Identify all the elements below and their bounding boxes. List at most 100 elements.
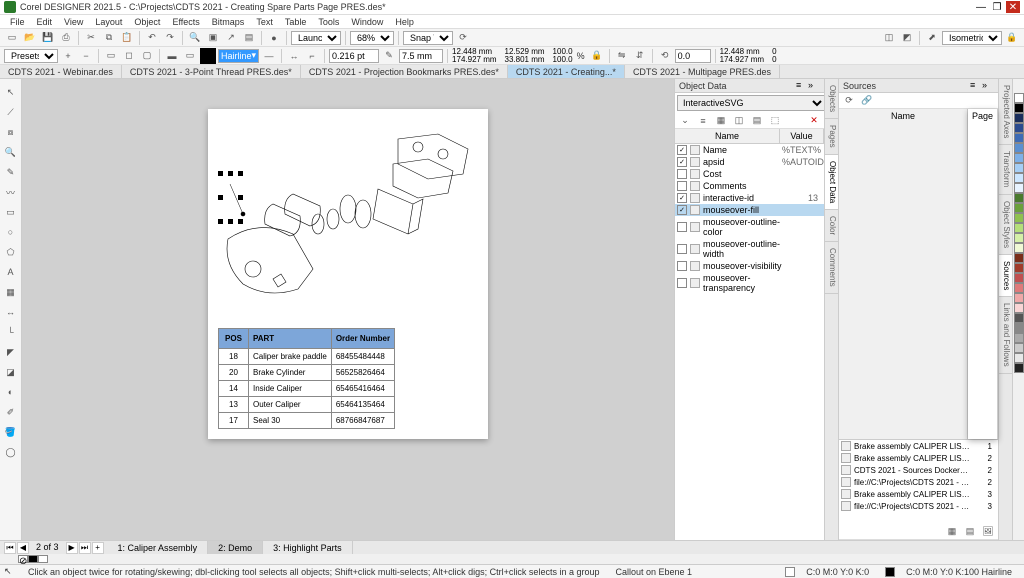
drop-shadow-icon[interactable]: ◪ [2,363,20,381]
checkbox-icon[interactable] [677,145,687,155]
undo-icon[interactable]: ↶ [144,30,160,46]
panel-expand-icon[interactable]: » [808,80,820,92]
object-data-row[interactable]: mouseover-transparency [675,272,824,294]
publish-icon[interactable]: ▤ [241,30,257,46]
swatch[interactable] [1014,333,1024,343]
object-data-row[interactable]: apsid%AUTOID% [675,156,824,168]
print-icon[interactable]: ⎙ [58,30,74,46]
source-row[interactable]: Brake assembly CALIPER LIST.xls1 [839,440,998,452]
docker-tab-pages[interactable]: Pages [825,119,838,155]
source-row[interactable]: file://C:\Projects\CDTS 2021 - Crea...3 [839,500,998,512]
page-tab[interactable]: 2: Demo [208,541,263,554]
menu-tools[interactable]: Tools [312,17,345,27]
swatch[interactable] [1014,203,1024,213]
od-btn1-icon[interactable]: ⌄ [677,113,693,129]
flip-h-icon[interactable]: ⇋ [614,48,630,64]
new-icon[interactable]: ▭ [4,30,20,46]
object-data-row[interactable]: mouseover-visibility [675,260,824,272]
snap-combo[interactable]: Snap To [403,31,453,45]
docker-tab-objects[interactable]: Objects [825,79,838,119]
fill-swatch-icon[interactable] [785,567,795,577]
src-sheet-icon[interactable]: ▤ [962,524,978,540]
menu-text[interactable]: Text [250,17,279,27]
swatch[interactable] [1014,193,1024,203]
od-btn2-icon[interactable]: ≡ [695,113,711,129]
dimension-tool-icon[interactable]: ↔ [2,303,20,321]
rotation-input[interactable] [675,49,711,63]
rotate-icon[interactable]: ⟲ [657,48,673,64]
first-page-icon[interactable]: ⏮ [4,542,16,554]
swatch[interactable] [1014,153,1024,163]
launch-combo[interactable]: Launch [291,31,341,45]
shape-tool-icon[interactable]: ⟋ [2,103,20,121]
docker-tab-comments[interactable]: Comments [825,242,838,294]
line-style-icon[interactable]: — [261,48,277,64]
add-preset-icon[interactable]: + [60,48,76,64]
checkbox-icon[interactable] [677,157,687,167]
swatch[interactable] [1014,183,1024,193]
freehand-tool-icon[interactable]: ✎ [2,163,20,181]
redo-icon[interactable]: ↷ [162,30,178,46]
search-icon[interactable]: 🔍 [187,30,203,46]
eyedropper-icon[interactable]: ✐ [2,403,20,421]
zoom-tool-icon[interactable]: 🔍 [2,143,20,161]
t2-icon[interactable]: ◻ [121,48,137,64]
object-data-type-combo[interactable]: InteractiveSVG [677,95,826,111]
object-data-row[interactable]: Cost [675,168,824,180]
next-page-icon[interactable]: ▶ [66,542,78,554]
swatch[interactable] [1014,263,1024,273]
table-tool-icon[interactable]: ▦ [2,283,20,301]
rectangle-tool-icon[interactable]: ▭ [2,203,20,221]
export-icon[interactable]: ↗ [223,30,239,46]
ellipse-tool-icon[interactable]: ○ [2,223,20,241]
menu-file[interactable]: File [4,17,31,27]
src-refresh-icon[interactable]: ⟳ [841,93,857,109]
swatch[interactable] [1014,293,1024,303]
pen-input[interactable] [399,49,443,63]
object-data-row[interactable]: mouseover-fill [675,204,824,216]
image-icon[interactable]: ▣ [205,30,221,46]
lock2-icon[interactable]: 🔒 [589,48,605,64]
swatch[interactable] [1014,363,1024,373]
swatch[interactable] [1014,273,1024,283]
object-data-row[interactable]: Comments [675,180,824,192]
minimize-button[interactable]: — [974,1,988,13]
save-icon[interactable]: 💾 [40,30,56,46]
swatch[interactable] [1014,123,1024,133]
swatch[interactable] [1014,243,1024,253]
menu-window[interactable]: Window [345,17,389,27]
flip-v-icon[interactable]: ⇵ [632,48,648,64]
outline-tool-icon[interactable]: ◯ [2,443,20,461]
open-icon[interactable]: 📂 [22,30,38,46]
pick-tool-icon[interactable]: ↖ [2,83,20,101]
maximize-button[interactable]: ❐ [990,1,1004,13]
checkbox-icon[interactable] [677,278,687,288]
last-page-icon[interactable]: ⏭ [79,542,91,554]
doc-tab[interactable]: CDTS 2021 - Webinar.des [0,65,122,78]
object-data-row[interactable]: mouseover-outline-color [675,216,824,238]
docker-tab-sources[interactable]: Sources [999,255,1012,297]
palette-black[interactable] [28,555,38,563]
text-tool-icon[interactable]: A [2,263,20,281]
docker-tab-projected-axes[interactable]: Projected Axes [999,79,1012,145]
swatch[interactable] [1014,253,1024,263]
checkbox-icon[interactable] [677,181,687,191]
axis-icon[interactable]: ⬈ [924,30,940,46]
checkbox-icon[interactable] [677,244,687,254]
page-tab[interactable]: 3: Highlight Parts [263,541,353,554]
swatch[interactable] [1014,313,1024,323]
object-data-row[interactable]: mouseover-outline-width [675,238,824,260]
transparency-icon[interactable]: ◐ [2,383,20,401]
menu-view[interactable]: View [58,17,89,27]
src-add-icon[interactable]: ▦ [944,524,960,540]
od-delete-icon[interactable]: ✕ [806,113,822,129]
corner-icon[interactable]: ⌐ [304,48,320,64]
lock-icon[interactable]: 🔒 [1004,30,1020,46]
bullet-icon[interactable]: ● [266,30,282,46]
swatch[interactable] [1014,223,1024,233]
od-btn3-icon[interactable]: ▦ [713,113,729,129]
paste-icon[interactable]: 📋 [119,30,135,46]
zoom-combo[interactable]: 68% [350,31,394,45]
sources-expand-icon[interactable]: » [982,80,994,92]
source-row[interactable]: CDTS 2021 - Sources Docker PRES....2 [839,464,998,476]
